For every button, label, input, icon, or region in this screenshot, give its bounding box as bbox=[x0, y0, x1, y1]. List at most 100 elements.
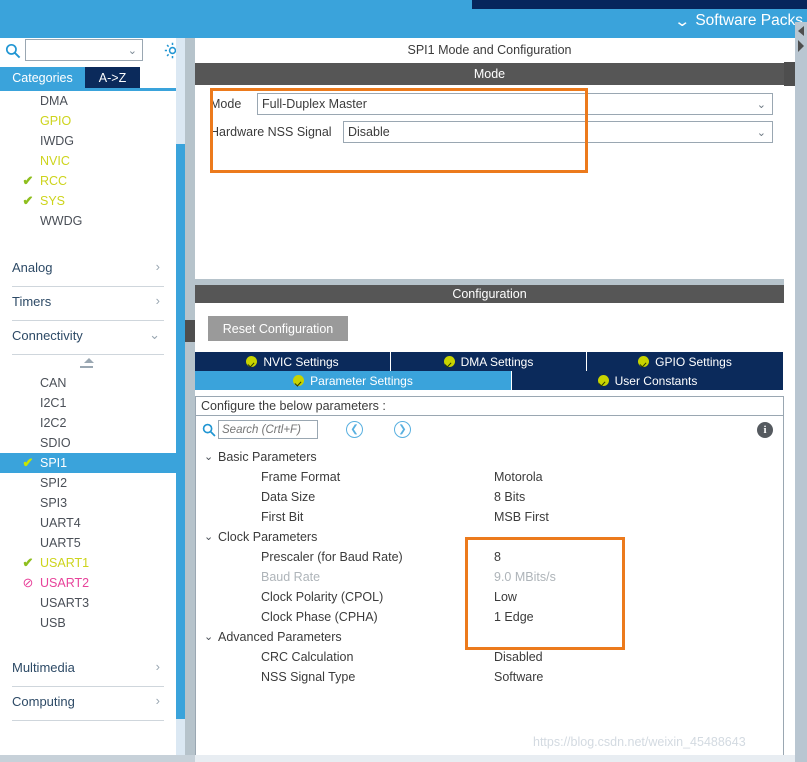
tab-a-to-z[interactable]: A->Z bbox=[85, 67, 140, 88]
parameter-search-input[interactable] bbox=[218, 420, 318, 439]
info-icon[interactable]: i bbox=[757, 422, 773, 438]
peripheral-item-label: I2C2 bbox=[40, 416, 67, 430]
param-row[interactable]: NSS Signal Type Software bbox=[196, 667, 783, 687]
reset-configuration-button[interactable]: Reset Configuration bbox=[208, 316, 348, 341]
peripheral-item-usb[interactable]: USB bbox=[0, 613, 176, 633]
param-name: NSS Signal Type bbox=[261, 670, 356, 684]
param-name: Frame Format bbox=[261, 470, 341, 484]
peripheral-item-i2c2[interactable]: I2C2 bbox=[0, 413, 176, 433]
right-scrollbar-track[interactable] bbox=[795, 22, 807, 762]
chevron-down-icon: ⌄ bbox=[204, 631, 214, 643]
category-group-analog[interactable]: Analog › bbox=[12, 253, 164, 287]
peripheral-item-sys[interactable]: ✔ SYS bbox=[0, 191, 176, 211]
peripheral-item-label: SPI3 bbox=[40, 496, 68, 510]
tab-nvic-settings[interactable]: NVIC Settings bbox=[195, 352, 391, 371]
mode-select-value: Full-Duplex Master bbox=[262, 97, 367, 111]
param-group-basic-parameters[interactable]: ⌄ Basic Parameters bbox=[196, 447, 783, 467]
category-group-list-top: Analog › Timers › Connectivity ⌄ bbox=[0, 253, 176, 355]
param-value[interactable]: MSB First bbox=[494, 507, 549, 527]
peripheral-item-label: UART5 bbox=[40, 536, 81, 550]
peripheral-item-label: UART4 bbox=[40, 516, 81, 530]
component-tree[interactable]: DMA GPIO IWDG NVIC ✔ RCC ✔ SYS WWDG Analog › Timer… bbox=[0, 91, 176, 736]
param-group-label: Advanced Parameters bbox=[218, 630, 342, 644]
software-packs-button[interactable]: ⌄ Software Packs bbox=[674, 8, 803, 34]
param-name: Clock Phase (CPHA) bbox=[261, 610, 378, 624]
peripheral-item-can[interactable]: CAN bbox=[0, 373, 176, 393]
left-scrollbar-thumb[interactable] bbox=[176, 144, 185, 719]
peripheral-item-iwdg[interactable]: IWDG bbox=[0, 131, 176, 151]
chevron-right-icon: › bbox=[155, 259, 160, 274]
peripheral-item-uart4[interactable]: UART4 bbox=[0, 513, 176, 533]
tab-categories[interactable]: Categories bbox=[0, 67, 85, 88]
peripheral-item-usart1[interactable]: ✔ USART1 bbox=[0, 553, 176, 573]
peripheral-item-label: GPIO bbox=[40, 114, 72, 128]
param-row[interactable]: Baud Rate 9.0 MBits/s bbox=[196, 567, 783, 587]
scroll-up-arrow-icon[interactable] bbox=[795, 24, 807, 38]
param-value[interactable]: Software bbox=[494, 667, 543, 687]
hardware-nss-select[interactable]: Disable ⌄ bbox=[343, 121, 773, 143]
peripheral-item-usart3[interactable]: USART3 bbox=[0, 593, 176, 613]
param-value[interactable]: 8 bbox=[494, 547, 501, 567]
category-group-timers[interactable]: Timers › bbox=[12, 287, 164, 321]
peripheral-item-label: SPI1 bbox=[40, 456, 68, 470]
search-icon bbox=[5, 43, 21, 59]
tab-gpio-settings[interactable]: GPIO Settings bbox=[587, 352, 784, 371]
hardware-nss-value: Disable bbox=[348, 125, 390, 139]
peripheral-item-spi1[interactable]: ✔ SPI1 bbox=[0, 453, 176, 473]
peripheral-item-nvic[interactable]: NVIC bbox=[0, 151, 176, 171]
param-value[interactable]: Disabled bbox=[494, 647, 543, 667]
param-name: Data Size bbox=[261, 490, 316, 504]
param-row[interactable]: Clock Phase (CPHA) 1 Edge bbox=[196, 607, 783, 627]
param-row[interactable]: First Bit MSB First bbox=[196, 507, 783, 527]
tab-parameter-settings[interactable]: Parameter Settings bbox=[195, 371, 512, 390]
param-row[interactable]: Prescaler (for Baud Rate) 8 bbox=[196, 547, 783, 567]
param-group-advanced-parameters[interactable]: ⌄ Advanced Parameters bbox=[196, 627, 783, 647]
param-value[interactable]: 9.0 MBits/s bbox=[494, 567, 556, 587]
peripheral-item-wwdg[interactable]: WWDG bbox=[0, 211, 176, 231]
param-row[interactable]: Data Size 8 Bits bbox=[196, 487, 783, 507]
param-value[interactable]: Low bbox=[494, 587, 517, 607]
category-group-multimedia[interactable]: Multimedia › bbox=[12, 653, 164, 687]
peripheral-item-i2c1[interactable]: I2C1 bbox=[0, 393, 176, 413]
scroll-right-arrow-icon[interactable] bbox=[795, 38, 807, 54]
panel-splitter[interactable] bbox=[185, 38, 195, 762]
peripheral-item-spi3[interactable]: SPI3 bbox=[0, 493, 176, 513]
category-group-computing[interactable]: Computing › bbox=[12, 687, 164, 721]
param-value[interactable]: Motorola bbox=[494, 467, 543, 487]
param-row[interactable]: Clock Polarity (CPOL) Low bbox=[196, 587, 783, 607]
peripheral-item-usart2[interactable]: ⊘ USART2 bbox=[0, 573, 176, 593]
component-filter-combobox[interactable]: ⌄ bbox=[25, 39, 143, 61]
peripheral-item-label: SYS bbox=[40, 194, 66, 208]
peripheral-item-label: SDIO bbox=[40, 436, 71, 450]
middleware-item-list: DMA GPIO IWDG NVIC ✔ RCC ✔ SYS WWDG bbox=[0, 91, 176, 231]
connectivity-item-list: CAN I2C1 I2C2 SDIO ✔ SPI1 SPI2 SPI3 UART4 UART5 ✔ U… bbox=[0, 373, 176, 633]
peripheral-item-gpio[interactable]: GPIO bbox=[0, 111, 176, 131]
peripheral-item-spi2[interactable]: SPI2 bbox=[0, 473, 176, 493]
param-row[interactable]: Frame Format Motorola bbox=[196, 467, 783, 487]
param-row[interactable]: CRC Calculation Disabled bbox=[196, 647, 783, 667]
peripheral-item-sdio[interactable]: SDIO bbox=[0, 433, 176, 453]
mode-field-row: Mode Full-Duplex Master ⌄ bbox=[210, 93, 773, 116]
mode-select[interactable]: Full-Duplex Master ⌄ bbox=[257, 93, 773, 115]
param-value[interactable]: 1 Edge bbox=[494, 607, 534, 627]
peripheral-item-label: CAN bbox=[40, 376, 67, 390]
software-packs-label: Software Packs bbox=[695, 12, 803, 29]
page-title: SPI1 Mode and Configuration bbox=[195, 38, 784, 63]
param-value[interactable]: 8 Bits bbox=[494, 487, 525, 507]
right-panel-collapse-grip[interactable] bbox=[784, 62, 795, 86]
nav-back-button[interactable]: ❮ bbox=[346, 421, 363, 438]
collapse-handle-icon[interactable] bbox=[0, 355, 176, 373]
category-group-list-bottom: Multimedia › Computing › bbox=[0, 653, 176, 721]
check-circle-icon bbox=[638, 356, 650, 367]
param-group-clock-parameters[interactable]: ⌄ Clock Parameters bbox=[196, 527, 783, 547]
category-group-connectivity[interactable]: Connectivity ⌄ bbox=[12, 321, 164, 355]
tab-dma-settings[interactable]: DMA Settings bbox=[391, 352, 587, 371]
category-group-label: Connectivity bbox=[12, 328, 83, 343]
panel-splitter-grip[interactable] bbox=[185, 320, 195, 342]
peripheral-item-uart5[interactable]: UART5 bbox=[0, 533, 176, 553]
nav-forward-button[interactable]: ❯ bbox=[394, 421, 411, 438]
config-tab-row-secondary: Parameter Settings User Constants bbox=[195, 371, 784, 390]
peripheral-item-dma[interactable]: DMA bbox=[0, 91, 176, 111]
peripheral-item-rcc[interactable]: ✔ RCC bbox=[0, 171, 176, 191]
tab-user-constants[interactable]: User Constants bbox=[512, 371, 784, 390]
